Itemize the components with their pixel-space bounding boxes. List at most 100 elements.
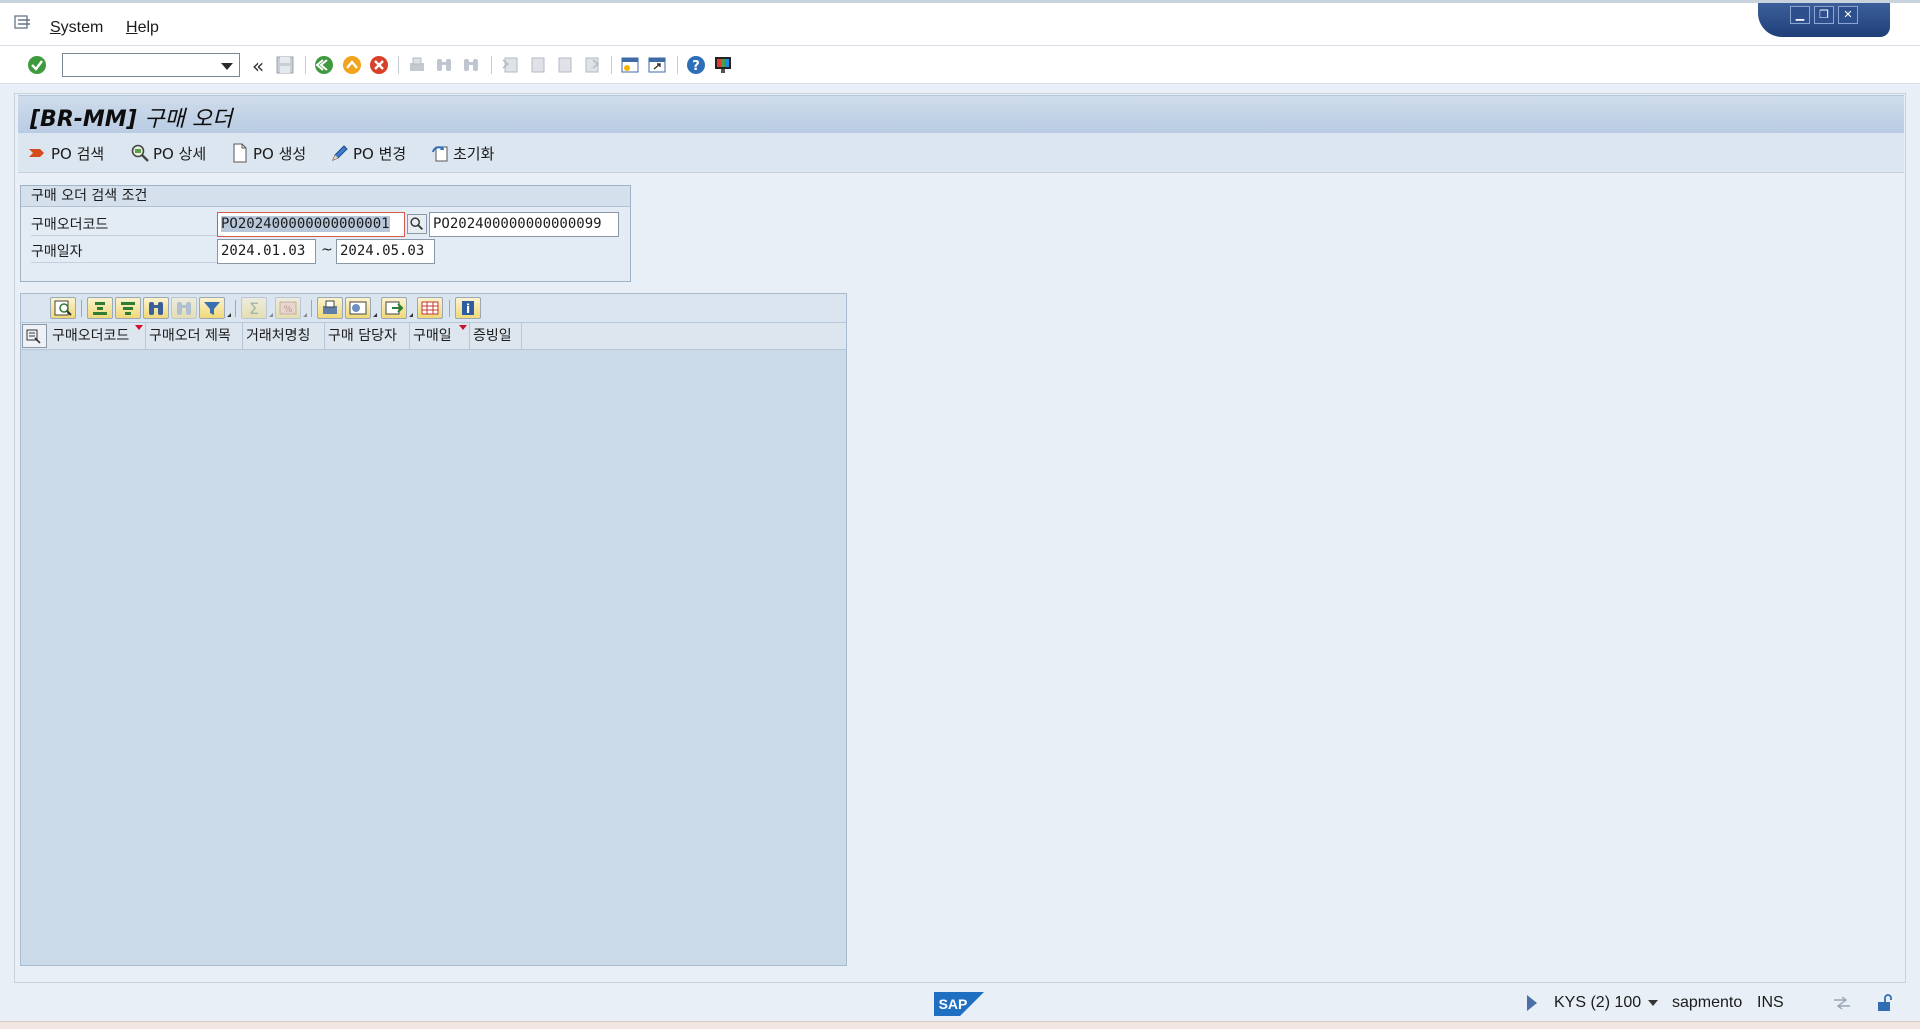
po-code-to-value: PO202400000000000099 (433, 216, 602, 232)
po-date-to-field[interactable]: 2024.05.03 (336, 239, 435, 264)
views-icon[interactable] (345, 297, 377, 319)
customize-layout-icon[interactable] (712, 54, 734, 76)
cancel-icon[interactable] (368, 54, 390, 76)
sum-icon: Σ (241, 297, 273, 319)
restore-button[interactable]: ❐ (1814, 6, 1834, 24)
menu-icon[interactable] (14, 15, 32, 29)
subtotal-icon: % (275, 297, 307, 319)
details-icon[interactable] (50, 297, 76, 319)
input-mode[interactable]: INS (1757, 994, 1784, 1012)
po-code-from-field[interactable]: PO202400000000000001 (217, 212, 405, 237)
page-title-bar: [BR-MM] 구매 오더 (18, 95, 1904, 133)
system-info: KYS (2) 100 (1554, 994, 1642, 1011)
po-date-to-value: 2024.05.03 (340, 243, 425, 259)
search-icon (410, 217, 424, 231)
back-icon[interactable] (313, 54, 335, 76)
po-code-label: 구매오더코드 (31, 214, 223, 236)
chevron-down-icon[interactable] (221, 63, 233, 70)
sort-descending-icon[interactable] (115, 297, 141, 319)
layout-icon[interactable] (417, 297, 443, 319)
svg-text:?: ? (692, 59, 700, 74)
command-field[interactable] (62, 53, 240, 77)
po-change-button[interactable]: PO 변경 (330, 141, 406, 165)
refresh-icon (432, 146, 448, 162)
find-next-icon (171, 297, 197, 319)
po-detail-button[interactable]: PO 상세 (130, 141, 206, 165)
application-toolbar: PO 검색 PO 상세 PO 생성 PO 변경 초기화 (18, 133, 1904, 173)
page-title: [BR-MM] 구매 오더 (30, 101, 232, 133)
previous-page-icon (527, 54, 549, 76)
svg-text:%: % (284, 305, 293, 315)
menu-bar: System Help ▁ ❐ ✕ (0, 0, 1920, 46)
po-search-label: PO 검색 (51, 144, 105, 163)
edit-pencil-icon (332, 145, 348, 161)
info-icon[interactable]: i (455, 297, 481, 319)
column-vendor-name[interactable]: 거래처명칭 (243, 323, 325, 349)
last-page-icon (581, 54, 603, 76)
grid-header: 구매오더코드 구매오더 제목 거래처명칭 구매 담당자 구매일 증빙일 (21, 323, 846, 350)
grid-body (21, 350, 846, 965)
print-icon[interactable] (317, 297, 343, 319)
search-help-button[interactable] (407, 214, 427, 234)
collapse-toolbar-icon[interactable]: « (252, 54, 264, 78)
print-icon (406, 54, 428, 76)
menu-help[interactable]: Help (126, 19, 159, 37)
save-icon (274, 54, 296, 76)
export-icon[interactable] (381, 297, 413, 319)
close-button[interactable]: ✕ (1838, 6, 1858, 24)
first-page-icon (500, 54, 522, 76)
po-date-label: 구매일자 (31, 241, 223, 263)
po-create-label: PO 생성 (253, 144, 307, 163)
standard-toolbar: « ? (0, 46, 1920, 84)
page-title-code: [BR-MM] (30, 107, 137, 132)
svg-text:SAP: SAP (939, 996, 968, 1012)
transfer-icon (1834, 996, 1850, 1010)
svg-text:Σ: Σ (249, 299, 259, 318)
column-evidence-date[interactable]: 증빙일 (470, 323, 522, 349)
lock-icon[interactable] (1875, 994, 1895, 1012)
filter-icon[interactable] (199, 297, 231, 319)
sap-logo: SAP (934, 992, 984, 1016)
server-name: sapmento (1672, 994, 1743, 1011)
create-document-icon (233, 143, 247, 163)
enter-icon[interactable] (26, 54, 48, 76)
column-po-date[interactable]: 구매일 (410, 323, 470, 349)
help-icon[interactable]: ? (685, 54, 707, 76)
system-info-dropdown-icon[interactable] (1648, 1000, 1658, 1006)
find-icon (433, 54, 455, 76)
exit-icon[interactable] (341, 54, 363, 76)
po-detail-label: PO 상세 (153, 144, 207, 163)
po-result-grid: Σ % i 구매오더코드 구매오더 제목 거래처명칭 구매 담당자 구매일 증빙… (20, 293, 847, 966)
new-session-icon[interactable] (619, 54, 641, 76)
next-page-icon (554, 54, 576, 76)
window-controls: ▁ ❐ ✕ (1758, 3, 1890, 37)
reset-label: 초기화 (453, 144, 495, 163)
po-code-to-field[interactable]: PO202400000000000099 (429, 212, 619, 237)
column-po-code[interactable]: 구매오더코드 (49, 323, 146, 349)
po-create-button[interactable]: PO 생성 (230, 141, 306, 165)
po-search-button[interactable]: PO 검색 (28, 141, 104, 165)
column-purchaser[interactable]: 구매 담당자 (325, 323, 410, 349)
minimize-button[interactable]: ▁ (1790, 6, 1810, 24)
po-code-from-value: PO202400000000000001 (221, 216, 390, 232)
grid-toolbar: Σ % i (21, 294, 846, 323)
svg-text:i: i (466, 302, 470, 316)
status-expand-icon[interactable] (1527, 995, 1537, 1011)
search-criteria-group: 구매 오더 검색 조건 구매오더코드 PO202400000000000001 … (20, 185, 631, 282)
menu-system[interactable]: System (50, 19, 103, 37)
shortcut-icon[interactable] (646, 54, 668, 76)
select-all-button[interactable] (22, 324, 47, 348)
bottom-edge (0, 1021, 1920, 1029)
page-title-text: 구매 오더 (144, 107, 233, 132)
sort-ascending-icon[interactable] (87, 297, 113, 319)
find-icon[interactable] (143, 297, 169, 319)
column-po-title[interactable]: 구매오더 제목 (146, 323, 243, 349)
date-range-separator: ~ (321, 242, 333, 258)
po-date-from-field[interactable]: 2024.01.03 (217, 239, 316, 264)
search-criteria-title: 구매 오더 검색 조건 (21, 186, 630, 207)
po-change-label: PO 변경 (353, 144, 407, 163)
po-date-from-value: 2024.01.03 (221, 243, 306, 259)
search-po-icon (29, 149, 44, 157)
find-next-icon (460, 54, 482, 76)
reset-button[interactable]: 초기화 (430, 141, 494, 165)
